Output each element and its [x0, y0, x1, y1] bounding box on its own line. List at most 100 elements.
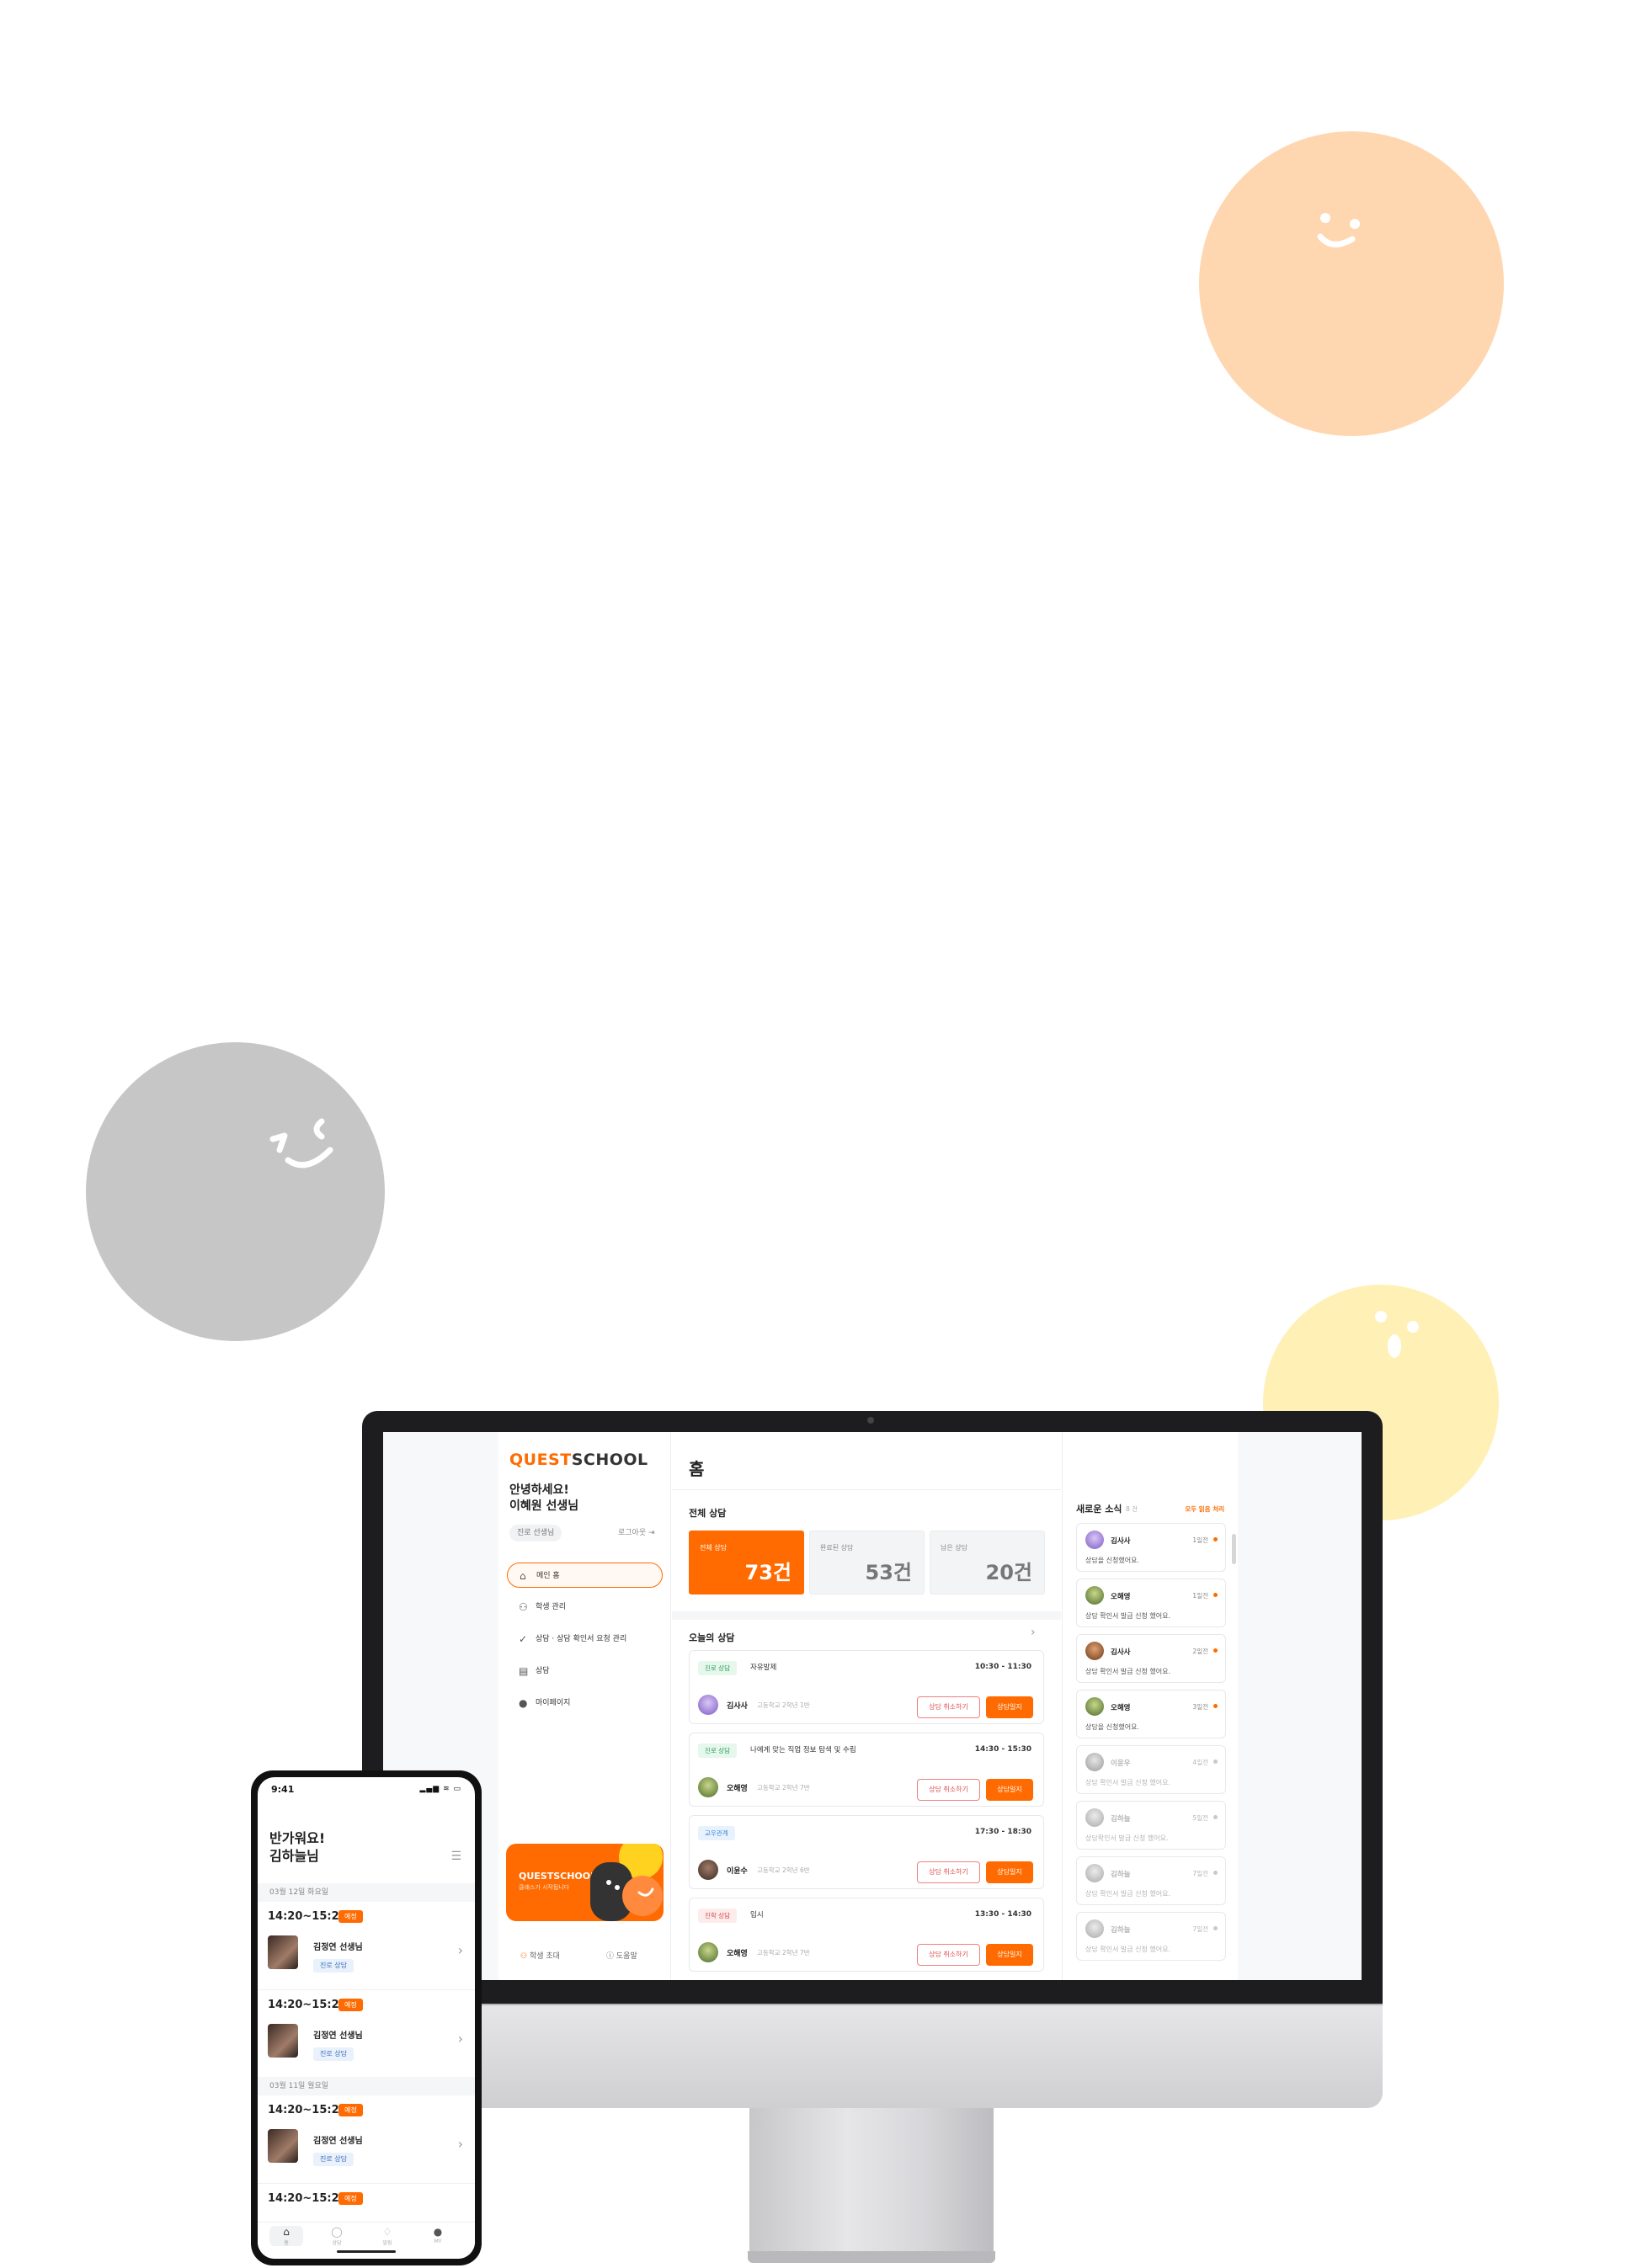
news-scrollbar[interactable]	[1232, 1534, 1236, 1564]
counsel-topic: 자유발제	[750, 1664, 777, 1672]
tab-my[interactable]: ● MY	[421, 2226, 455, 2244]
phone-device: 9:41 ▂▄▆ ≋ ▭ 반가워요! 김하늘님 ☰ 03월 12일 화요일 14…	[251, 1770, 482, 2265]
counsel-tag: 교우관계	[698, 1826, 735, 1840]
monitor-chin	[362, 2004, 1383, 2108]
counsel-card[interactable]: 진로 상담 자유발제 10:30 - 11:30 김사사 고등학교 2학년 1반…	[689, 1650, 1044, 1724]
counsel-card[interactable]: 진로 상담 나에게 맞는 직업 정보 탐색 및 수립 14:30 - 15:30…	[689, 1733, 1044, 1807]
counsel-log-button[interactable]: 상담일지	[986, 1696, 1033, 1718]
counsel-tag: 진로 상담	[698, 1661, 737, 1675]
cancel-counsel-button[interactable]: 상담 취소하기	[917, 1779, 980, 1801]
teacher-greeting: 안녕하세요! 이혜원 선생님	[509, 1483, 579, 1513]
counsel-log-button[interactable]: 상담일지	[986, 1779, 1033, 1801]
cancel-counsel-button[interactable]: 상담 취소하기	[917, 1944, 980, 1966]
main-content: 홈 전체 상담 전체 상담 73건 완료된 상담 53건 남은 상담 20건 오…	[672, 1432, 1061, 1980]
news-item[interactable]: 김사사 2일전 상담 확인서 발급 신청 했어요.	[1076, 1634, 1226, 1683]
news-count: 8 건	[1126, 1505, 1138, 1513]
news-item[interactable]: 김하늘 7일전 상담 확인서 발급 신청 했어요.	[1076, 1912, 1226, 1961]
student-avatar	[1085, 1753, 1104, 1771]
unread-dot	[1213, 1593, 1218, 1597]
chevron-right-icon[interactable]: ›	[1031, 1626, 1036, 1639]
read-dot	[1213, 1926, 1218, 1930]
chevron-right-icon: ›	[457, 2031, 463, 2047]
tab-home[interactable]: ⌂ 홈	[269, 2226, 303, 2246]
monitor-chin-divider	[362, 2004, 1383, 2005]
student-grade: 고등학교 2학년 7반	[757, 1949, 810, 1957]
monitor-stand-foot	[748, 2251, 995, 2263]
counsel-card[interactable]: 진학 상담 입시 13:30 - 14:30 오해영 고등학교 2학년 7반 상…	[689, 1898, 1044, 1972]
student-avatar	[1085, 1586, 1104, 1605]
news-item[interactable]: 김하늘 5일전 상담확인서 발급 신청 했어요.	[1076, 1801, 1226, 1850]
chevron-right-icon: ›	[457, 2136, 463, 2152]
counsel-time: 13:30 - 14:30	[974, 1910, 1031, 1919]
news-item[interactable]: 이윤우 4일전 상담 확인서 발급 신청 했어요.	[1076, 1745, 1226, 1794]
monitor-screen: QUESTSCHOOL 안녕하세요! 이혜원 선생님 진로 선생님 로그아웃 ⇥…	[383, 1432, 1362, 1980]
counsel-type-chip: 진로 상담	[313, 2047, 354, 2061]
phone-greeting: 반가워요! 김하늘님	[269, 1830, 326, 1864]
nav-student-management[interactable]: ⚇ 학생 관리	[507, 1595, 663, 1620]
header-divider	[672, 1489, 1061, 1490]
news-item[interactable]: 오해영 1일전 상담 확인서 발급 신청 했어요.	[1076, 1579, 1226, 1627]
counsel-card[interactable]: 교우관계 17:30 - 18:30 이윤수 고등학교 2학년 6반 상담 취소…	[689, 1815, 1044, 1889]
teacher-avatar	[268, 1935, 298, 1969]
student-avatar	[1085, 1919, 1104, 1938]
chat-icon: ◯	[331, 2226, 343, 2238]
news-item[interactable]: 오해영 3일전 상담을 신청했어요.	[1076, 1690, 1226, 1738]
student-grade: 고등학교 2학년 6반	[757, 1866, 810, 1874]
cancel-counsel-button[interactable]: 상담 취소하기	[917, 1861, 980, 1883]
counsel-log-button[interactable]: 상담일지	[986, 1861, 1033, 1883]
logout-button[interactable]: 로그아웃 ⇥	[618, 1526, 655, 1537]
status-badge: 예정	[338, 2104, 363, 2116]
stat-total[interactable]: 전체 상담 73건	[689, 1531, 804, 1595]
schedule-item[interactable]: 14:20~15:20 예정	[258, 2183, 475, 2222]
app-logo[interactable]: QUESTSCHOOL	[509, 1451, 648, 1469]
home-icon: ⌂	[283, 2226, 290, 2238]
schedule-item[interactable]: 14:20~15:20 예정 김정연 선생님 진로 상담 ›	[258, 1902, 475, 1989]
list-menu-icon[interactable]: ☰	[450, 1850, 461, 1863]
counsel-tag: 진로 상담	[698, 1744, 737, 1758]
users-icon: ⚇	[519, 1601, 528, 1613]
news-item[interactable]: 김하늘 7일전 상담 확인서 발급 신청 했어요.	[1076, 1856, 1226, 1905]
counsel-time: 10:30 - 11:30	[974, 1663, 1031, 1671]
schedule-item[interactable]: 14:20~15:20 예정 김정연 선생님 진로 상담 ›	[258, 1989, 475, 2077]
news-title: 새로운 소식	[1076, 1504, 1122, 1515]
tab-alerts[interactable]: ♢ 알림	[370, 2226, 404, 2246]
read-dot	[1213, 1815, 1218, 1819]
status-badge: 예정	[338, 1999, 363, 2011]
bottom-tab-bar: ⌂ 홈 ◯ 상담 ♢ 알림 ● MY	[258, 2222, 475, 2259]
schedule-item[interactable]: 14:20~15:20 예정 김정연 선생님 진로 상담 ›	[258, 2095, 475, 2183]
web-app: QUESTSCHOOL 안녕하세요! 이혜원 선생님 진로 선생님 로그아웃 ⇥…	[498, 1432, 1238, 1980]
nav-home[interactable]: ⌂ 메인 홈	[507, 1563, 663, 1588]
unread-dot	[1213, 1537, 1218, 1541]
mark-all-read-button[interactable]: 모두 읽음 처리	[1185, 1504, 1224, 1514]
student-grade: 고등학교 2학년 7반	[757, 1784, 810, 1792]
cancel-counsel-button[interactable]: 상담 취소하기	[917, 1696, 980, 1718]
student-avatar	[698, 1860, 718, 1880]
stat-remaining[interactable]: 남은 상담 20건	[930, 1531, 1045, 1595]
student-avatar	[1085, 1697, 1104, 1716]
counsel-log-button[interactable]: 상담일지	[986, 1944, 1033, 1966]
student-grade: 고등학교 2학년 1반	[757, 1701, 810, 1709]
student-avatar	[1085, 1808, 1104, 1827]
news-item[interactable]: 김사사 1일전 상담을 신청했어요.	[1076, 1523, 1226, 1572]
counsel-type-chip: 진로 상담	[313, 1959, 354, 1973]
nav-counsel-requests[interactable]: ✓ 상담 · 상담 확인서 요청 관리	[507, 1626, 663, 1652]
section-divider	[672, 1611, 1061, 1620]
stat-completed[interactable]: 완료된 상담 53건	[809, 1531, 925, 1595]
invite-student-button[interactable]: ⚇ 학생 초대	[520, 1950, 560, 1961]
monitor-camera	[867, 1417, 874, 1424]
unread-dot	[1213, 1704, 1218, 1708]
nav-counsel[interactable]: ▤ 상담	[507, 1658, 663, 1684]
help-button[interactable]: ⓘ 도움말	[606, 1950, 637, 1961]
student-avatar	[698, 1777, 718, 1797]
counsel-tag: 진학 상담	[698, 1909, 737, 1923]
promo-banner[interactable]: QUESTSCHOOL 클래스가 시작됩니다	[506, 1844, 664, 1921]
nav-mypage[interactable]: ● 마이페이지	[507, 1690, 663, 1716]
counsel-topic: 입시	[750, 1911, 764, 1919]
smile-face-icon	[1317, 213, 1360, 248]
counsel-topic: 나에게 맞는 직업 정보 탐색 및 수립	[750, 1746, 856, 1754]
profile-icon: ●	[433, 2226, 443, 2238]
read-dot	[1213, 1760, 1218, 1764]
unread-dot	[1213, 1648, 1218, 1653]
stats-title: 전체 상담	[689, 1508, 727, 1519]
tab-counsel[interactable]: ◯ 상담	[320, 2226, 354, 2246]
